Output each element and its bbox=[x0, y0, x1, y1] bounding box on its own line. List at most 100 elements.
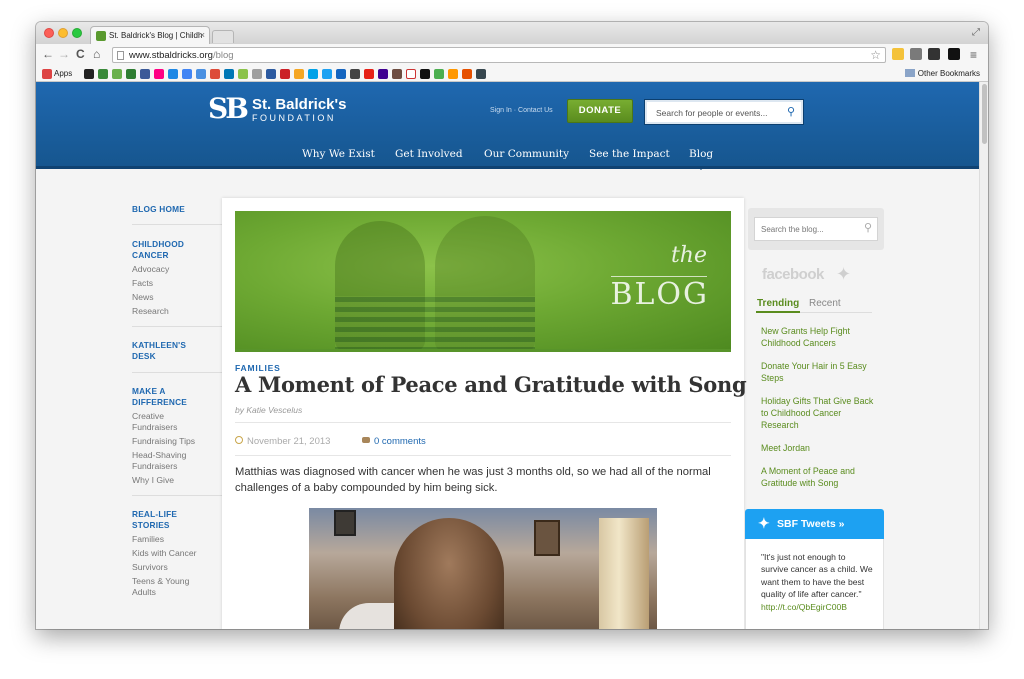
bookmark-icon[interactable] bbox=[308, 69, 318, 79]
bookmark-icon[interactable] bbox=[350, 69, 360, 79]
link-advocacy[interactable]: Advocacy bbox=[132, 264, 222, 275]
blog-search-input[interactable]: Search the blog... ⚲ bbox=[754, 217, 878, 241]
close-window-button[interactable] bbox=[44, 28, 54, 38]
category-make-a-difference[interactable]: MAKE A DIFFERENCE bbox=[132, 386, 192, 408]
utility-links[interactable]: Sign In · Contact Us bbox=[490, 107, 553, 114]
bookmark-icon[interactable] bbox=[462, 69, 472, 79]
page-icon bbox=[117, 51, 124, 60]
bookmark-icon[interactable] bbox=[238, 69, 248, 79]
back-button[interactable]: ← bbox=[42, 47, 54, 61]
sbf-tweets-header[interactable]: ✦ SBF Tweets » bbox=[745, 509, 884, 539]
google-plus-icon[interactable] bbox=[210, 69, 220, 79]
address-bar[interactable]: www.stbaldricks.org/blog ☆ bbox=[112, 47, 886, 63]
extension-icon[interactable] bbox=[910, 48, 922, 60]
minimize-window-button[interactable] bbox=[58, 28, 68, 38]
facebook-icon[interactable]: facebook bbox=[762, 266, 824, 283]
bookmark-icon[interactable] bbox=[434, 69, 444, 79]
tab-trending[interactable]: Trending bbox=[757, 298, 799, 309]
layers-icon[interactable] bbox=[928, 48, 940, 60]
yahoo-icon[interactable] bbox=[378, 69, 388, 79]
extension-icon[interactable] bbox=[892, 48, 904, 60]
bookmark-icon[interactable] bbox=[448, 69, 458, 79]
bookmark-icon[interactable] bbox=[392, 69, 402, 79]
bookmark-icon[interactable] bbox=[112, 69, 122, 79]
plus-extension-icon[interactable] bbox=[948, 48, 960, 60]
fullscreen-icon[interactable]: ⤢ bbox=[972, 27, 980, 38]
bookmark-icon[interactable] bbox=[266, 69, 276, 79]
blog-search-placeholder: Search the blog... bbox=[761, 225, 824, 234]
category-real-life-stories[interactable]: REAL-LIFE STORIES bbox=[132, 509, 192, 531]
other-bookmarks[interactable]: Other Bookmarks bbox=[904, 69, 980, 78]
link-news[interactable]: News bbox=[132, 292, 222, 303]
link-fundraising-tips[interactable]: Fundraising Tips bbox=[132, 436, 222, 447]
nav-blog[interactable]: Blog bbox=[689, 148, 713, 160]
linkedin-icon[interactable] bbox=[224, 69, 234, 79]
tab-close-icon[interactable]: × bbox=[200, 30, 205, 40]
bookmark-icon[interactable] bbox=[126, 69, 136, 79]
link-families[interactable]: Families bbox=[132, 534, 222, 545]
bookmark-icon[interactable] bbox=[196, 69, 206, 79]
search-icon[interactable]: ⚲ bbox=[787, 105, 795, 118]
forward-button[interactable]: → bbox=[58, 47, 70, 61]
link-facts[interactable]: Facts bbox=[132, 278, 222, 289]
site-header: SB St. Baldrick's FOUNDATION Sign In · C… bbox=[36, 82, 979, 169]
site-search-input[interactable]: Search for people or events... ⚲ bbox=[644, 99, 804, 125]
link-head-shaving-fundraisers[interactable]: Head-Shaving Fundraisers bbox=[132, 450, 198, 472]
twitter-icon[interactable] bbox=[322, 69, 332, 79]
divider bbox=[235, 422, 731, 423]
bookmark-icon[interactable] bbox=[98, 69, 108, 79]
flickr-icon[interactable] bbox=[154, 69, 164, 79]
article-lede: Matthias was diagnosed with cancer when … bbox=[235, 466, 711, 494]
logo-name[interactable]: St. Baldrick's bbox=[252, 96, 346, 113]
category-childhood-cancer[interactable]: CHILDHOOD CANCER bbox=[132, 239, 192, 261]
home-button[interactable]: ⌂ bbox=[93, 47, 100, 61]
pinterest-icon[interactable] bbox=[280, 69, 290, 79]
page-scrollbar[interactable] bbox=[979, 82, 988, 629]
bookmark-icon[interactable] bbox=[420, 69, 430, 79]
bookmark-icon[interactable] bbox=[294, 69, 304, 79]
trending-item[interactable]: New Grants Help Fight Childhood Cancers bbox=[761, 325, 879, 349]
link-research[interactable]: Research bbox=[132, 306, 222, 317]
new-tab-button[interactable] bbox=[212, 30, 234, 43]
donate-button[interactable]: DONATE bbox=[567, 99, 633, 123]
tab-recent[interactable]: Recent bbox=[809, 298, 841, 309]
nav-our-community[interactable]: Our Community bbox=[484, 148, 569, 160]
comments-link[interactable]: 0 comments bbox=[362, 436, 426, 447]
reload-button[interactable]: C bbox=[76, 47, 85, 61]
google-icon[interactable] bbox=[182, 69, 192, 79]
bookmark-icon[interactable] bbox=[336, 69, 346, 79]
nav-see-the-impact[interactable]: See the Impact bbox=[589, 148, 670, 160]
trending-item[interactable]: Donate Your Hair in 5 Easy Steps bbox=[761, 360, 879, 384]
search-icon[interactable]: ⚲ bbox=[864, 221, 872, 234]
browser-tab[interactable]: St. Baldrick's Blog | Childh × bbox=[90, 26, 210, 44]
blog-home-link[interactable]: BLOG HOME bbox=[132, 204, 222, 215]
nav-why-we-exist[interactable]: Why We Exist bbox=[302, 148, 375, 160]
divider bbox=[132, 326, 222, 327]
link-teens-young-adults[interactable]: Teens & Young Adults bbox=[132, 576, 198, 598]
bookmark-star-icon[interactable]: ☆ bbox=[870, 48, 881, 62]
scrollbar-thumb[interactable] bbox=[982, 84, 987, 144]
bookmark-icon[interactable] bbox=[476, 69, 486, 79]
link-why-i-give[interactable]: Why I Give bbox=[132, 475, 222, 486]
apps-icon[interactable] bbox=[42, 69, 52, 79]
trending-item[interactable]: Holiday Gifts That Give Back to Childhoo… bbox=[761, 395, 879, 431]
link-kids-with-cancer[interactable]: Kids with Cancer bbox=[132, 548, 222, 559]
logo-mark[interactable]: SB bbox=[208, 94, 249, 124]
amazon-icon[interactable] bbox=[84, 69, 94, 79]
bookmark-apps[interactable]: Apps bbox=[54, 69, 72, 78]
menu-icon[interactable]: ≡ bbox=[970, 48, 977, 62]
nav-get-involved[interactable]: Get Involved bbox=[395, 148, 463, 160]
youtube-icon[interactable] bbox=[364, 69, 374, 79]
trending-item[interactable]: A Moment of Peace and Gratitude with Son… bbox=[761, 465, 879, 489]
bookmark-icon[interactable] bbox=[168, 69, 178, 79]
tweet-link[interactable]: http://t.co/QbEgirC00B bbox=[761, 602, 847, 612]
trending-item[interactable]: Meet Jordan bbox=[761, 442, 879, 454]
zoom-window-button[interactable] bbox=[72, 28, 82, 38]
twitter-icon[interactable]: ✦ bbox=[836, 264, 851, 285]
bookmark-icon[interactable] bbox=[406, 69, 416, 79]
bookmark-icon[interactable] bbox=[252, 69, 262, 79]
facebook-icon[interactable] bbox=[140, 69, 150, 79]
link-creative-fundraisers[interactable]: Creative Fundraisers bbox=[132, 411, 192, 433]
link-survivors[interactable]: Survivors bbox=[132, 562, 222, 573]
category-kathleens-desk[interactable]: KATHLEEN'S DESK bbox=[132, 340, 192, 362]
